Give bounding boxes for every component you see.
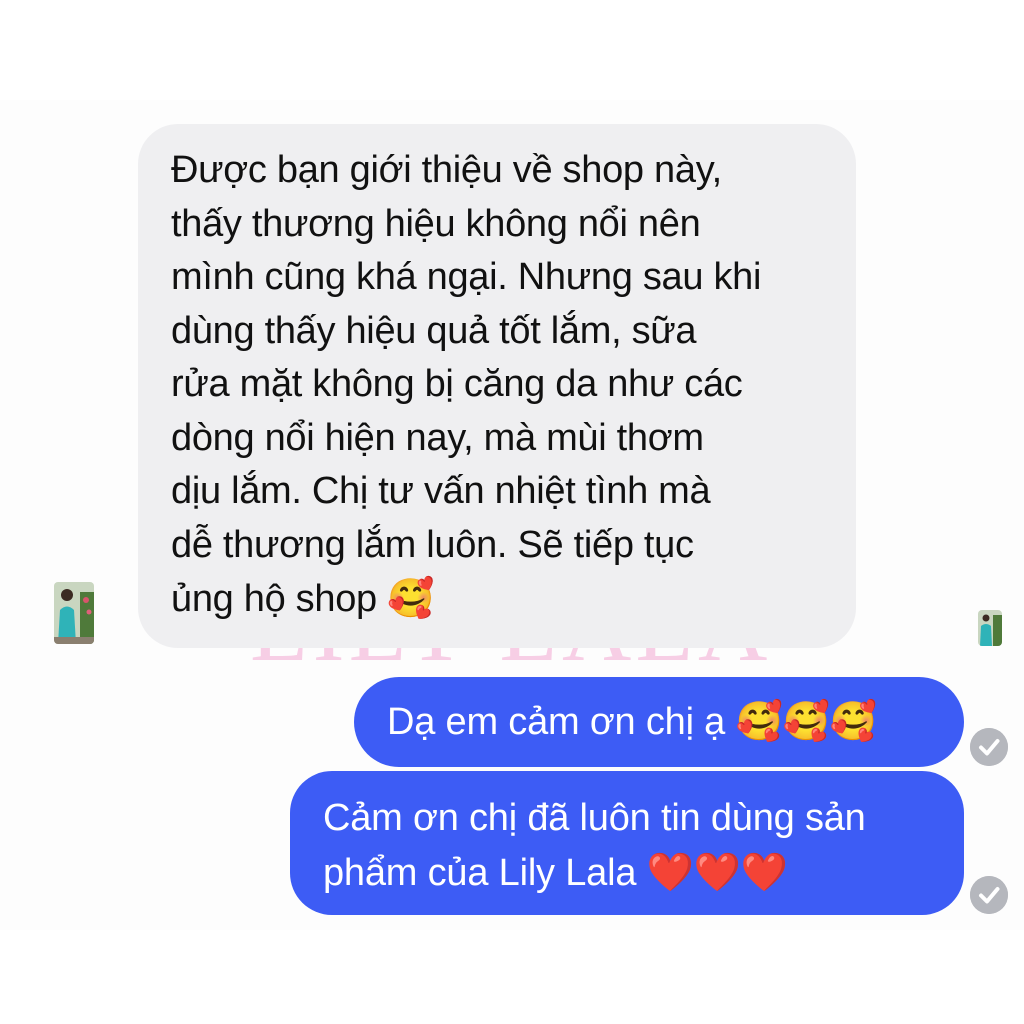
chat-screenshot: LILY LALA Pure Beauty Được bạn giới thiệ… [0, 0, 1024, 1024]
seen-by-avatar [978, 610, 1002, 646]
incoming-message-text: Được bạn giới thiệu về shop này, thấy th… [171, 149, 762, 620]
read-receipt [970, 728, 1008, 766]
sender-avatar[interactable] [54, 582, 94, 644]
smiling-hearts-emoji: 🥰🥰🥰 [735, 699, 877, 743]
check-circle-icon [970, 876, 1008, 914]
outgoing-message-bubble[interactable]: Cảm ơn chị đã luôn tin dùng sản phẩm của… [290, 771, 964, 915]
outgoing-message-bubble[interactable]: Dạ em cảm ơn chị ạ 🥰🥰🥰 [354, 677, 964, 767]
person-photo-avatar-icon [54, 582, 94, 644]
person-photo-avatar-icon [978, 610, 1002, 646]
outgoing-message-text: Dạ em cảm ơn chị ạ [387, 701, 736, 743]
incoming-message-bubble[interactable]: Được bạn giới thiệu về shop này, thấy th… [138, 124, 856, 648]
read-receipt [970, 876, 1008, 914]
red-heart-emoji: ❤️❤️❤️ [646, 850, 789, 894]
smiling-hearts-emoji: 🥰 [387, 576, 435, 620]
check-circle-icon [970, 728, 1008, 766]
